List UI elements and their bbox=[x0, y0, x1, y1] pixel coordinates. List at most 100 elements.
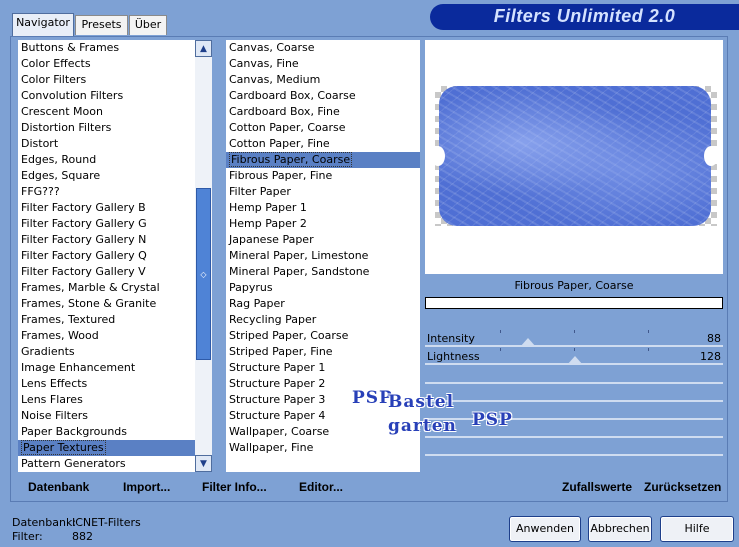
category-list-item[interactable]: Crescent Moon bbox=[18, 104, 195, 120]
category-list-item[interactable]: Edges, Square bbox=[18, 168, 195, 184]
category-list-item[interactable]: Distortion Filters bbox=[18, 120, 195, 136]
filter-list-item-label: Canvas, Fine bbox=[229, 57, 299, 70]
intensity-thumb[interactable] bbox=[519, 338, 536, 347]
import-button[interactable]: Import... bbox=[123, 480, 170, 494]
category-list-item[interactable]: Paper Backgrounds bbox=[18, 424, 195, 440]
watermark-line1: Bastel bbox=[388, 392, 455, 412]
editor-button[interactable]: Editor... bbox=[299, 480, 343, 494]
category-list-item-label: Lens Flares bbox=[21, 393, 83, 406]
category-list-item[interactable]: Distort bbox=[18, 136, 195, 152]
category-list-item[interactable]: Lens Flares bbox=[18, 392, 195, 408]
help-button[interactable]: Hilfe bbox=[660, 516, 734, 542]
watermark-logo-text: PSP bbox=[352, 388, 393, 408]
tab-presets[interactable]: Presets bbox=[75, 15, 128, 35]
filter-list-item-label: Mineral Paper, Limestone bbox=[229, 249, 369, 262]
filter-info-button[interactable]: Filter Info... bbox=[202, 480, 267, 494]
category-list-item-label: Distort bbox=[21, 137, 59, 150]
scroll-thumb[interactable]: ◇ bbox=[196, 188, 211, 360]
tab-about-label: Über bbox=[134, 18, 162, 31]
filter-list-item[interactable]: Papyrus bbox=[226, 280, 420, 296]
filter-list-item[interactable]: Striped Paper, Fine bbox=[226, 344, 420, 360]
category-list-item[interactable]: Filter Factory Gallery N bbox=[18, 232, 195, 248]
category-list-item[interactable]: Pattern Generators bbox=[18, 456, 195, 472]
category-list-item[interactable]: Color Effects bbox=[18, 56, 195, 72]
tab-navigator-label: Navigator bbox=[16, 16, 70, 29]
filter-list-item[interactable]: Japanese Paper bbox=[226, 232, 420, 248]
empty-slider-row bbox=[425, 400, 723, 402]
category-list-item[interactable]: Color Filters bbox=[18, 72, 195, 88]
category-list-item-label: Pattern Generators bbox=[21, 457, 126, 470]
preview-progress-field bbox=[425, 297, 723, 309]
status-filter-label: Filter: bbox=[12, 530, 43, 543]
filter-list-item[interactable]: Rag Paper bbox=[226, 296, 420, 312]
scroll-down-button[interactable]: ▼ bbox=[195, 455, 212, 472]
randomize-button-label: Zufallswerte bbox=[562, 480, 633, 494]
randomize-button[interactable]: Zufallswerte bbox=[562, 480, 632, 494]
category-scrollbar[interactable]: ▲ ◇ ▼ bbox=[195, 40, 212, 472]
category-list-item-label: Filter Factory Gallery B bbox=[21, 201, 146, 214]
category-list-item[interactable]: Edges, Round bbox=[18, 152, 195, 168]
filter-list-item[interactable]: Mineral Paper, Sandstone bbox=[226, 264, 420, 280]
filter-list-item[interactable]: Fibrous Paper, Fine bbox=[226, 168, 420, 184]
category-list-item-label: Frames, Stone & Granite bbox=[21, 297, 157, 310]
import-button-label: Import... bbox=[123, 480, 171, 494]
filter-list-item-label: Striped Paper, Fine bbox=[229, 345, 333, 358]
cancel-button[interactable]: Abbrechen bbox=[588, 516, 652, 542]
slider-tick bbox=[500, 348, 501, 351]
category-list-item[interactable]: Frames, Wood bbox=[18, 328, 195, 344]
tab-navigator[interactable]: Navigator bbox=[12, 13, 74, 36]
app-title: Filters Unlimited 2.0 bbox=[493, 6, 676, 26]
category-list-item[interactable]: Noise Filters bbox=[18, 408, 195, 424]
category-list-item[interactable]: Frames, Stone & Granite bbox=[18, 296, 195, 312]
category-list-item[interactable]: Frames, Marble & Crystal bbox=[18, 280, 195, 296]
filter-list-item-label: Mineral Paper, Sandstone bbox=[229, 265, 370, 278]
category-list-item[interactable]: Filter Factory Gallery B bbox=[18, 200, 195, 216]
filter-list-item[interactable]: Hemp Paper 1 bbox=[226, 200, 420, 216]
scroll-up-button[interactable]: ▲ bbox=[195, 40, 212, 57]
filter-list-item[interactable]: Cotton Paper, Coarse bbox=[226, 120, 420, 136]
category-list-item[interactable]: Filter Factory Gallery G bbox=[18, 216, 195, 232]
filter-list-item-label: Striped Paper, Coarse bbox=[229, 329, 349, 342]
intensity-label: Intensity bbox=[427, 332, 475, 345]
intensity-track bbox=[425, 345, 723, 347]
category-list-item-label: Filter Factory Gallery Q bbox=[21, 249, 147, 262]
category-list[interactable]: Buttons & Frames Color Effects Color Filte… bbox=[18, 40, 195, 472]
filter-list-item[interactable]: Fibrous Paper, Coarse bbox=[226, 152, 420, 168]
category-list-item[interactable]: Convolution Filters bbox=[18, 88, 195, 104]
apply-button[interactable]: Anwenden bbox=[509, 516, 581, 542]
filter-list-item[interactable]: Cardboard Box, Fine bbox=[226, 104, 420, 120]
filter-list-item-label: Structure Paper 4 bbox=[229, 409, 326, 422]
filter-list-item[interactable]: Cotton Paper, Fine bbox=[226, 136, 420, 152]
filter-list-item-label: Canvas, Medium bbox=[229, 73, 321, 86]
filter-list-item-label: Hemp Paper 1 bbox=[229, 201, 307, 214]
filter-list-item[interactable]: Wallpaper, Fine bbox=[226, 440, 420, 456]
category-list-item[interactable]: FFG??? bbox=[18, 184, 195, 200]
filter-list-item[interactable]: Canvas, Medium bbox=[226, 72, 420, 88]
database-button[interactable]: Datenbank bbox=[28, 480, 89, 494]
category-list-item[interactable]: Lens Effects bbox=[18, 376, 195, 392]
category-list-item[interactable]: Gradients bbox=[18, 344, 195, 360]
filter-list-item[interactable]: Recycling Paper bbox=[226, 312, 420, 328]
slider-tick bbox=[574, 330, 575, 333]
tab-about[interactable]: Über bbox=[129, 15, 167, 35]
filter-list-item[interactable]: Hemp Paper 2 bbox=[226, 216, 420, 232]
filter-list-item[interactable]: Cardboard Box, Coarse bbox=[226, 88, 420, 104]
category-list-item[interactable]: Filter Factory Gallery V bbox=[18, 264, 195, 280]
filter-list-item[interactable]: Canvas, Coarse bbox=[226, 40, 420, 56]
category-list-item[interactable]: Paper Textures bbox=[18, 440, 195, 456]
category-list-item[interactable]: Filter Factory Gallery Q bbox=[18, 248, 195, 264]
category-list-item[interactable]: Image Enhancement bbox=[18, 360, 195, 376]
filter-list-item[interactable]: Striped Paper, Coarse bbox=[226, 328, 420, 344]
filter-list-item[interactable]: Filter Paper bbox=[226, 184, 420, 200]
lightness-slider[interactable]: Lightness 128 bbox=[425, 348, 723, 365]
filter-list-item[interactable]: Canvas, Fine bbox=[226, 56, 420, 72]
filter-list-item[interactable]: Structure Paper 1 bbox=[226, 360, 420, 376]
category-list-item[interactable]: Buttons & Frames bbox=[18, 40, 195, 56]
lightness-thumb[interactable] bbox=[566, 356, 583, 365]
category-list-item-label: FFG??? bbox=[21, 185, 60, 198]
filter-list-item[interactable]: Mineral Paper, Limestone bbox=[226, 248, 420, 264]
intensity-slider[interactable]: Intensity 88 bbox=[425, 330, 723, 347]
reset-button[interactable]: Zurücksetzen bbox=[644, 480, 721, 494]
category-list-item[interactable]: Frames, Textured bbox=[18, 312, 195, 328]
filter-list-item-label: Cardboard Box, Fine bbox=[229, 105, 340, 118]
